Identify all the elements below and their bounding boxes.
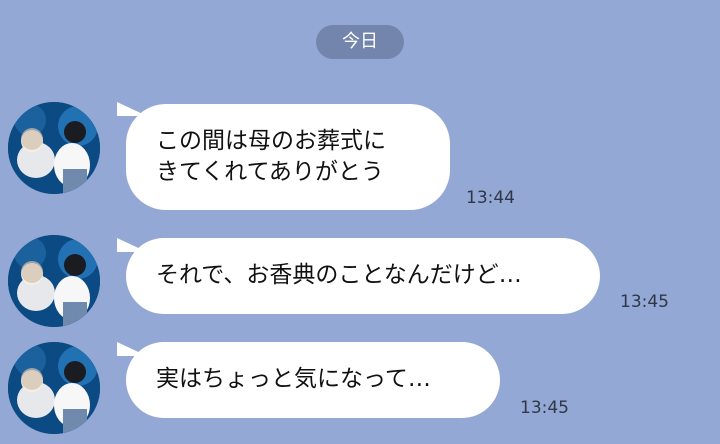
avatar[interactable] xyxy=(8,342,100,434)
message-bubble[interactable]: この間は母のお葬式に きてくれてありがとう xyxy=(126,104,450,210)
message-bubble[interactable]: 実はちょっと気になって… xyxy=(126,342,500,418)
message-timestamp: 13:45 xyxy=(520,398,569,418)
message-text-line: 実はちょっと気になって… xyxy=(156,366,431,392)
message-text-line: この間は母のお葬式に xyxy=(156,128,386,154)
date-separator: 今日 xyxy=(316,25,404,59)
avatar[interactable] xyxy=(8,235,100,327)
message-timestamp: 13:45 xyxy=(620,292,669,312)
message-text-line: きてくれてありがとう xyxy=(156,159,384,185)
message-text-line: それで、お香典のことなんだけど… xyxy=(156,262,522,288)
message-bubble[interactable]: それで、お香典のことなんだけど… xyxy=(126,238,600,314)
avatar[interactable] xyxy=(8,102,100,194)
message-timestamp: 13:44 xyxy=(466,188,515,208)
